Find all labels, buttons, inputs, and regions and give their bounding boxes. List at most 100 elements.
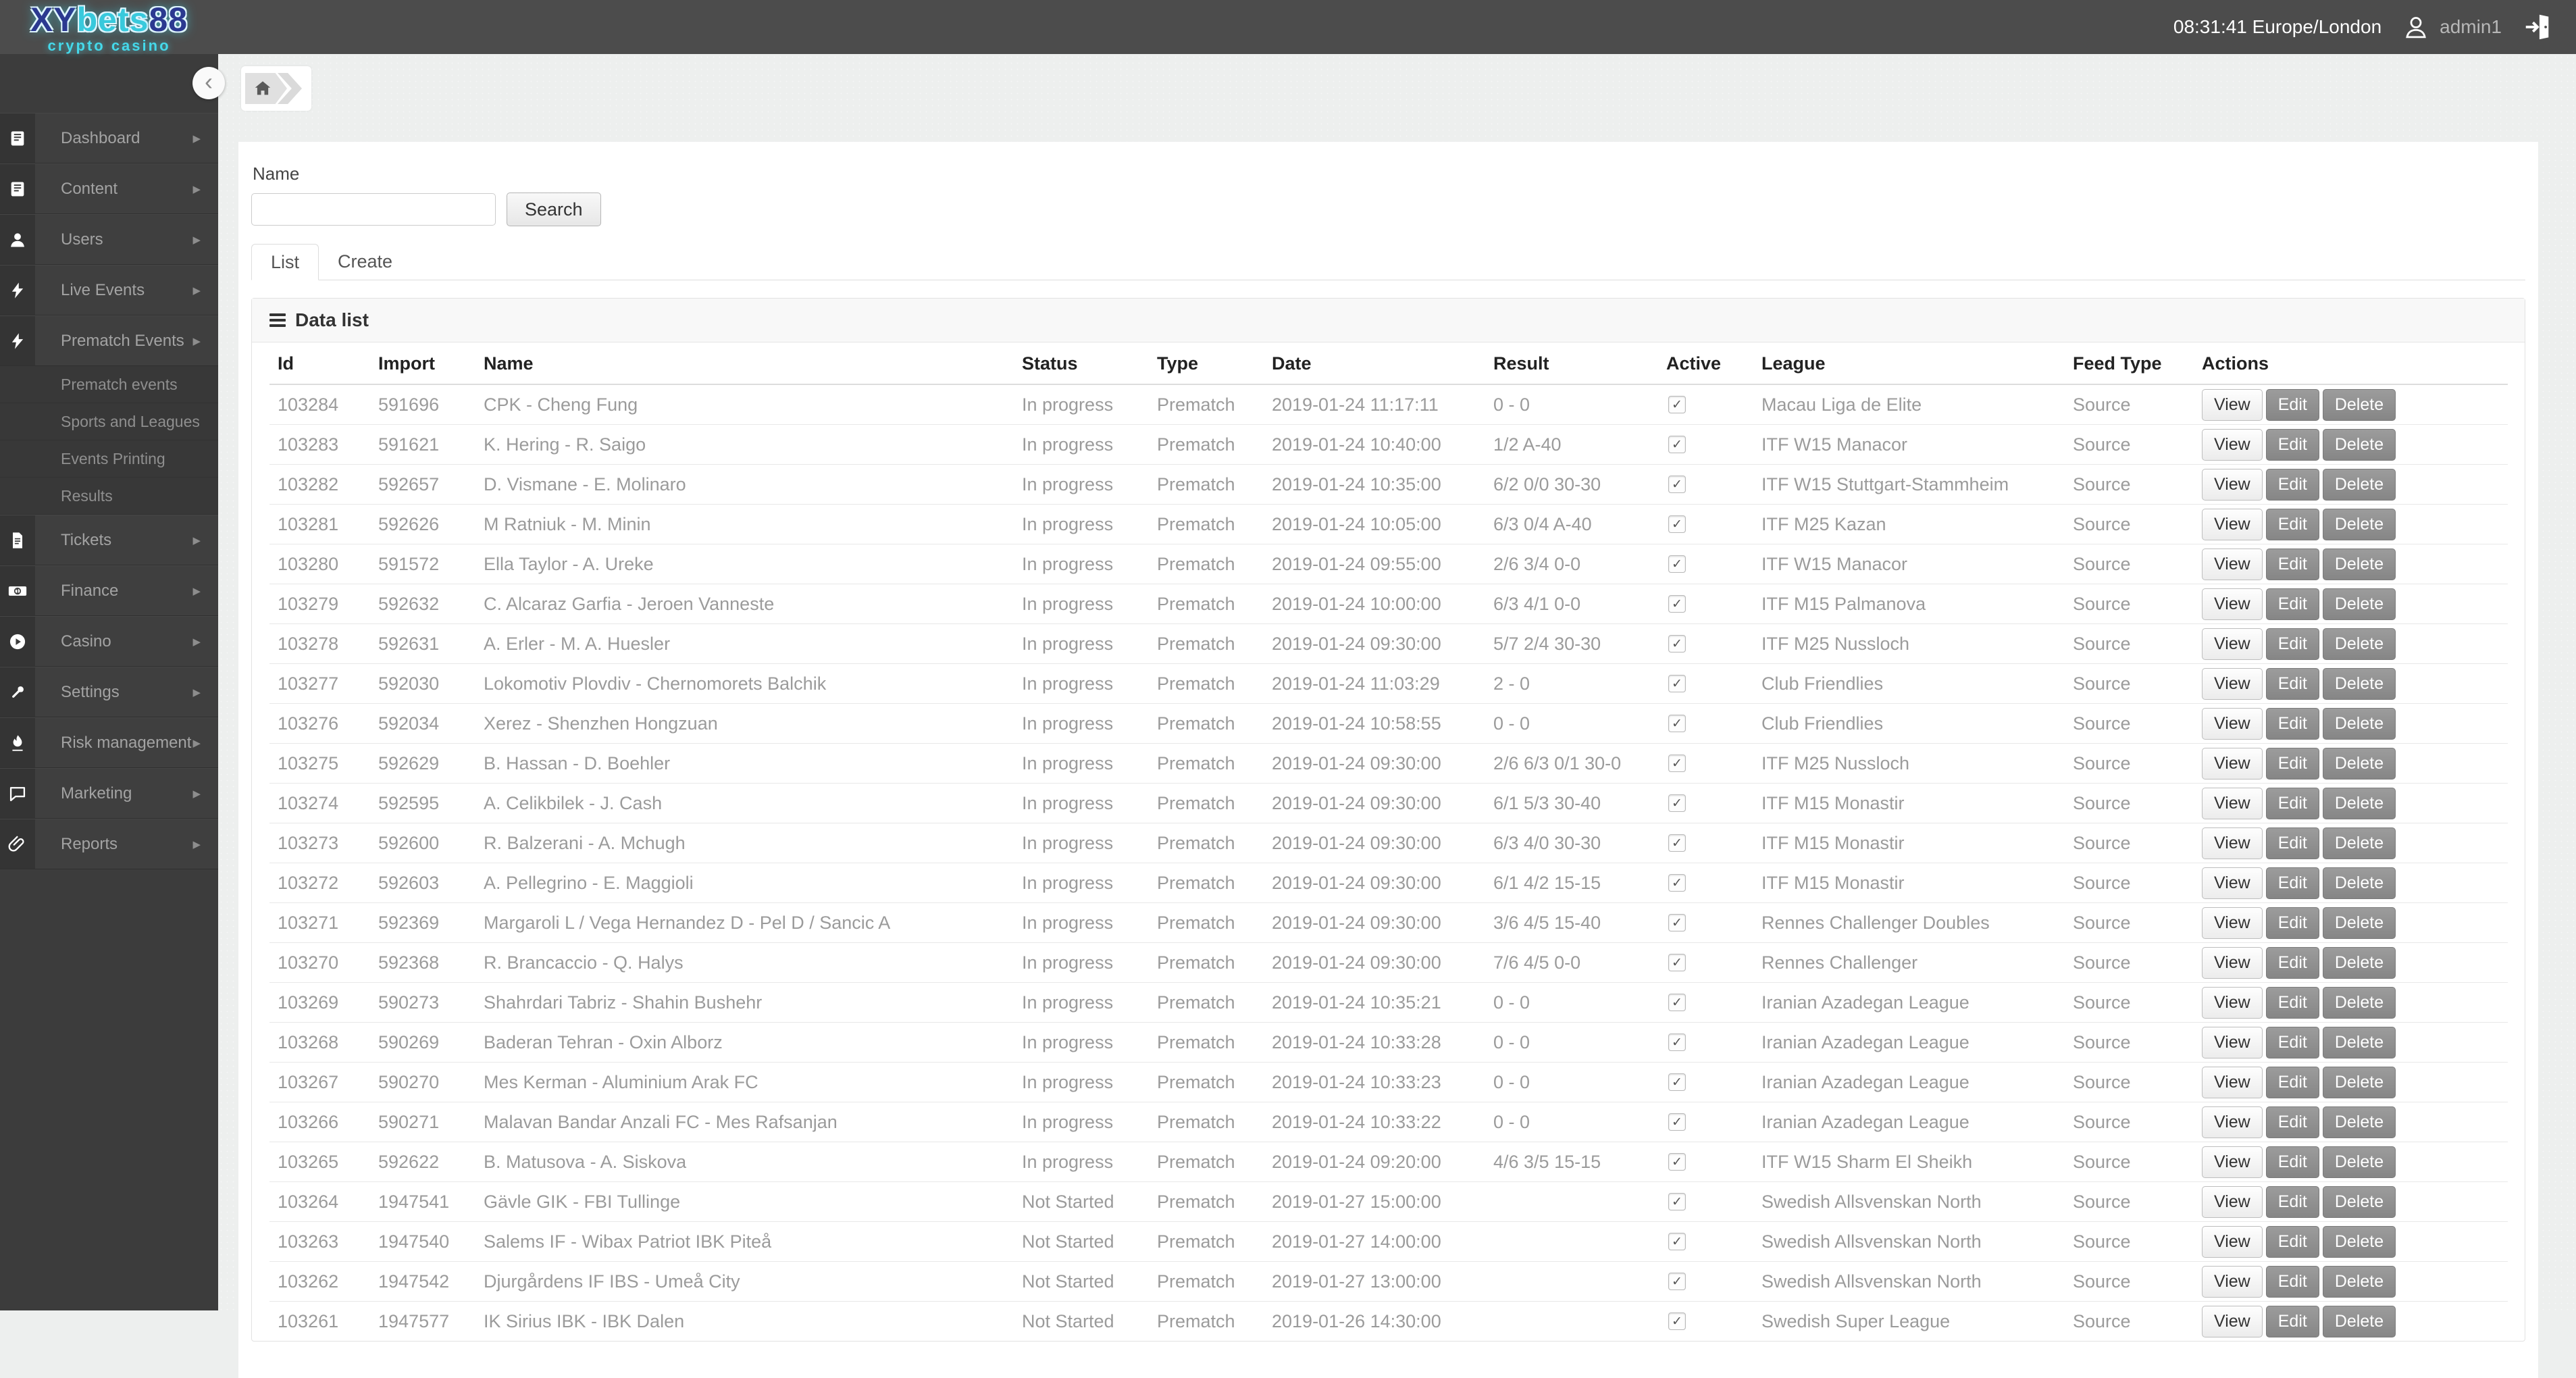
edit-button[interactable]: Edit [2265,827,2319,859]
view-button[interactable]: View [2202,787,2263,819]
edit-button[interactable]: Edit [2265,667,2319,700]
delete-button[interactable]: Delete [2322,667,2396,700]
edit-button[interactable]: Edit [2265,787,2319,819]
edit-button[interactable]: Edit [2265,388,2319,421]
name-filter-input[interactable] [251,193,496,226]
delete-button[interactable]: Delete [2322,747,2396,780]
delete-button[interactable]: Delete [2322,907,2396,939]
view-button[interactable]: View [2202,508,2263,540]
active-checkbox[interactable]: ✓ [1668,1233,1686,1250]
sidebar-subitem-prematch-events[interactable]: Prematch events [0,366,218,403]
edit-button[interactable]: Edit [2265,1265,2319,1298]
sidebar-subitem-events-printing[interactable]: Events Printing [0,440,218,478]
active-checkbox[interactable]: ✓ [1668,954,1686,971]
view-button[interactable]: View [2202,827,2263,859]
delete-button[interactable]: Delete [2322,468,2396,501]
sidebar-subitem-sports-and-leagues[interactable]: Sports and Leagues [0,403,218,440]
sidebar-item-dashboard[interactable]: Dashboard ▶ [0,113,218,163]
active-checkbox[interactable]: ✓ [1668,476,1686,493]
sidebar-item-content[interactable]: Content ▶ [0,163,218,214]
edit-button[interactable]: Edit [2265,1146,2319,1178]
breadcrumb-home-button[interactable] [245,73,287,104]
sidebar-item-users[interactable]: Users ▶ [0,214,218,265]
view-button[interactable]: View [2202,628,2263,660]
sidebar-item-live-events[interactable]: Live Events ▶ [0,265,218,315]
edit-button[interactable]: Edit [2265,508,2319,540]
delete-button[interactable]: Delete [2322,867,2396,899]
view-button[interactable]: View [2202,907,2263,939]
active-checkbox[interactable]: ✓ [1668,675,1686,692]
delete-button[interactable]: Delete [2322,1026,2396,1058]
active-checkbox[interactable]: ✓ [1668,555,1686,573]
delete-button[interactable]: Delete [2322,388,2396,421]
sidebar-item-reports[interactable]: Reports ▶ [0,819,218,869]
delete-button[interactable]: Delete [2322,1225,2396,1258]
edit-button[interactable]: Edit [2265,867,2319,899]
view-button[interactable]: View [2202,1185,2263,1218]
delete-button[interactable]: Delete [2322,548,2396,580]
delete-button[interactable]: Delete [2322,588,2396,620]
tab-create[interactable]: Create [319,244,411,280]
delete-button[interactable]: Delete [2322,1106,2396,1138]
edit-button[interactable]: Edit [2265,707,2319,740]
active-checkbox[interactable]: ✓ [1668,1113,1686,1131]
sidebar-item-casino[interactable]: Casino ▶ [0,616,218,667]
active-checkbox[interactable]: ✓ [1668,515,1686,533]
view-button[interactable]: View [2202,1265,2263,1298]
active-checkbox[interactable]: ✓ [1668,635,1686,653]
view-button[interactable]: View [2202,1026,2263,1058]
delete-button[interactable]: Delete [2322,1265,2396,1298]
edit-button[interactable]: Edit [2265,1106,2319,1138]
active-checkbox[interactable]: ✓ [1668,1193,1686,1210]
active-checkbox[interactable]: ✓ [1668,1034,1686,1051]
tab-list[interactable]: List [251,244,319,280]
delete-button[interactable]: Delete [2322,1066,2396,1098]
active-checkbox[interactable]: ✓ [1668,595,1686,613]
edit-button[interactable]: Edit [2265,747,2319,780]
delete-button[interactable]: Delete [2322,986,2396,1019]
active-checkbox[interactable]: ✓ [1668,834,1686,852]
logout-icon[interactable] [2522,11,2553,43]
view-button[interactable]: View [2202,667,2263,700]
edit-button[interactable]: Edit [2265,548,2319,580]
sidebar-item-tickets[interactable]: Tickets ▶ [0,515,218,565]
edit-button[interactable]: Edit [2265,1066,2319,1098]
delete-button[interactable]: Delete [2322,1185,2396,1218]
delete-button[interactable]: Delete [2322,628,2396,660]
view-button[interactable]: View [2202,1225,2263,1258]
active-checkbox[interactable]: ✓ [1668,715,1686,732]
view-button[interactable]: View [2202,468,2263,501]
delete-button[interactable]: Delete [2322,707,2396,740]
edit-button[interactable]: Edit [2265,588,2319,620]
delete-button[interactable]: Delete [2322,508,2396,540]
edit-button[interactable]: Edit [2265,468,2319,501]
active-checkbox[interactable]: ✓ [1668,1273,1686,1290]
active-checkbox[interactable]: ✓ [1668,1312,1686,1330]
edit-button[interactable]: Edit [2265,1026,2319,1058]
edit-button[interactable]: Edit [2265,907,2319,939]
edit-button[interactable]: Edit [2265,628,2319,660]
sidebar-item-finance[interactable]: 1 Finance ▶ [0,565,218,616]
sidebar-collapse-button[interactable]: ‹ [192,67,225,99]
active-checkbox[interactable]: ✓ [1668,994,1686,1011]
edit-button[interactable]: Edit [2265,1185,2319,1218]
delete-button[interactable]: Delete [2322,787,2396,819]
view-button[interactable]: View [2202,986,2263,1019]
edit-button[interactable]: Edit [2265,1225,2319,1258]
sidebar-item-marketing[interactable]: Marketing ▶ [0,768,218,819]
sidebar-item-settings[interactable]: Settings ▶ [0,667,218,717]
sidebar-item-risk-management[interactable]: Risk management ▶ [0,717,218,768]
view-button[interactable]: View [2202,867,2263,899]
delete-button[interactable]: Delete [2322,1146,2396,1178]
view-button[interactable]: View [2202,548,2263,580]
delete-button[interactable]: Delete [2322,946,2396,979]
active-checkbox[interactable]: ✓ [1668,755,1686,772]
active-checkbox[interactable]: ✓ [1668,1073,1686,1091]
view-button[interactable]: View [2202,747,2263,780]
view-button[interactable]: View [2202,1146,2263,1178]
view-button[interactable]: View [2202,707,2263,740]
view-button[interactable]: View [2202,428,2263,461]
search-button[interactable]: Search [507,193,601,226]
sidebar-subitem-results[interactable]: Results [0,478,218,515]
active-checkbox[interactable]: ✓ [1668,874,1686,892]
